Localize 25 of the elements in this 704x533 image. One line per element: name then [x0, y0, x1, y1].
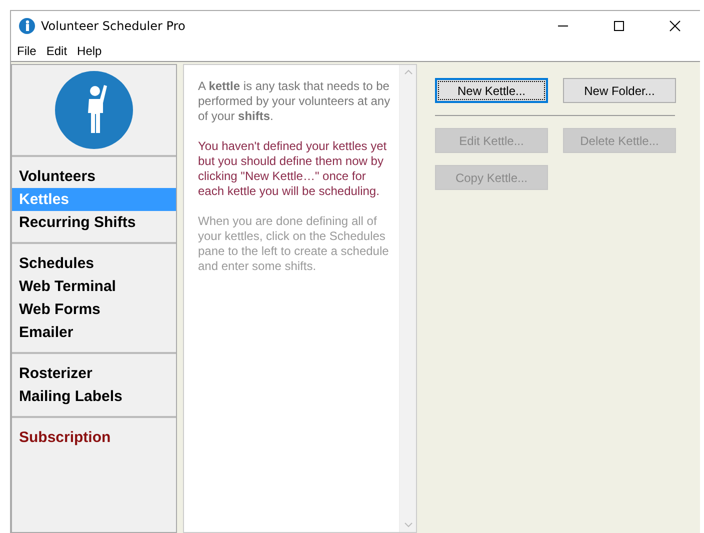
scroll-up-icon[interactable] [404, 69, 412, 75]
close-icon [669, 20, 681, 32]
help-paragraph: You haven't defined your kettles yet but you should define them now by clicking "New Kettle…" once for each kettle you will be scheduling. [198, 139, 388, 199]
sidebar-item[interactable]: Emailer [12, 321, 176, 344]
action-button[interactable]: New Folder... [563, 78, 676, 103]
scroll-down-icon[interactable] [404, 522, 412, 528]
sidebar-item[interactable]: Subscription [12, 426, 176, 449]
help-paragraph: When you are done defining all of your kettles, click on the Schedules pane to the left to create a schedule and enter some shifts. [198, 214, 390, 274]
scrollbar[interactable] [399, 65, 416, 532]
menu-item[interactable]: Help [77, 44, 102, 58]
menu-item[interactable]: Edit [46, 44, 68, 58]
help-paragraph: A kettle is any task that needs to be performed by your volunteers at any of your shifts. [198, 79, 391, 124]
sidebar-item[interactable]: Rosterizer [12, 362, 176, 385]
sidebar-item[interactable]: Web Forms [12, 298, 176, 321]
volunteer-logo-icon [55, 71, 133, 149]
app-logo-icon [19, 18, 35, 34]
sidebar-item[interactable]: Recurring Shifts [12, 211, 176, 234]
menu-item[interactable]: File [17, 44, 36, 58]
sidebar-item[interactable]: Web Terminal [12, 275, 176, 298]
maximize-icon [613, 20, 625, 32]
sidebar-item[interactable]: Mailing Labels [12, 385, 176, 408]
sidebar-item[interactable]: Schedules [12, 252, 176, 275]
window-title: Volunteer Scheduler Pro [41, 19, 186, 33]
sidebar-item[interactable]: Volunteers [12, 165, 176, 188]
action-button[interactable]: New Kettle... [435, 78, 548, 103]
